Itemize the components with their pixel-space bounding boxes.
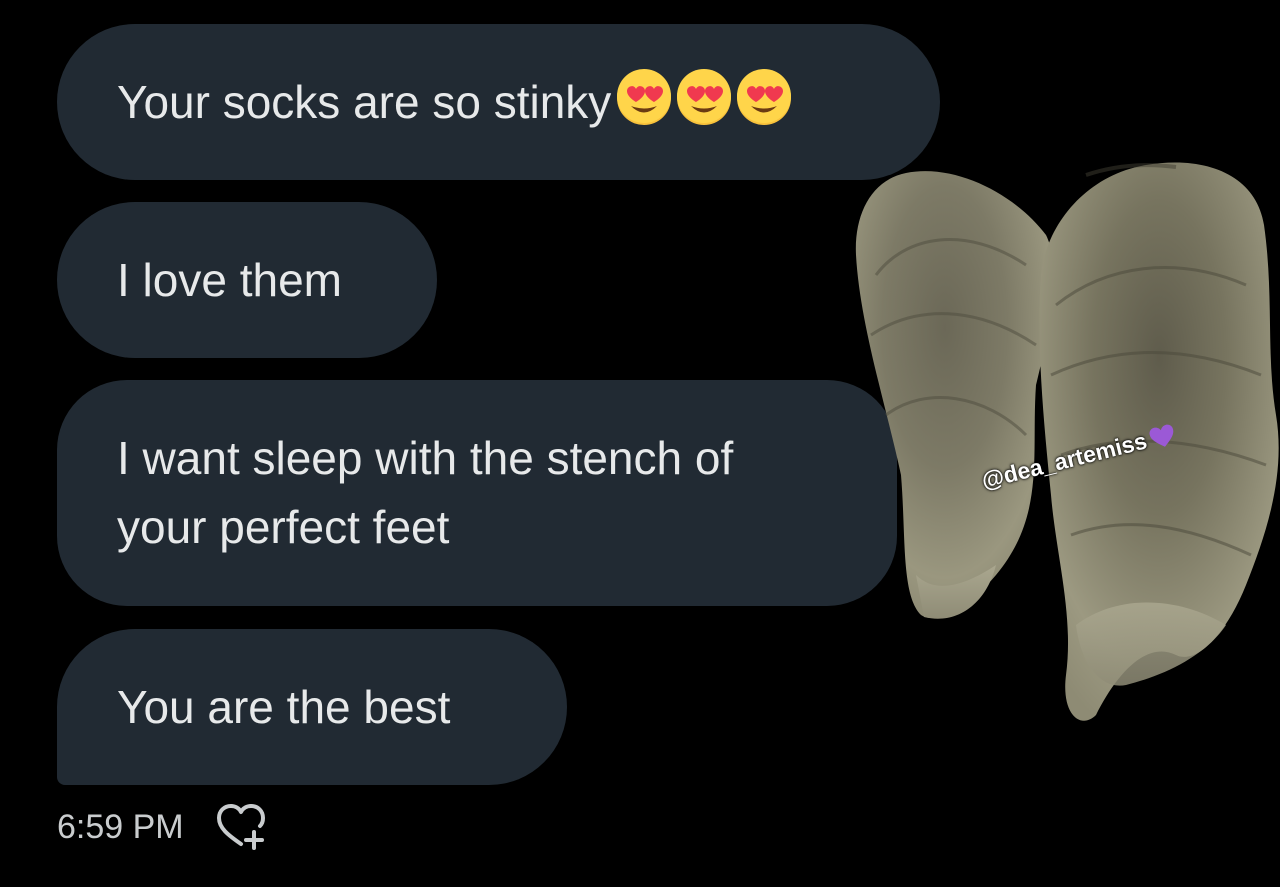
dirty-socks-photo	[855, 162, 1279, 721]
message-bubble[interactable]: I want sleep with the stench of your per…	[57, 380, 897, 606]
message-bubble[interactable]: Your socks are so stinky	[57, 24, 940, 180]
message-text: Your socks are so stinky	[117, 75, 612, 128]
emoji-group	[615, 69, 793, 127]
message-text: I want sleep with the stench of your per…	[117, 432, 734, 553]
dm-thread: Your socks are so stinky I love them I w…	[0, 0, 1280, 887]
heart-plus-icon[interactable]	[214, 802, 268, 852]
message-bubble[interactable]: You are the best	[57, 629, 567, 785]
heart-eyes-emoji	[617, 69, 672, 125]
message-bubble[interactable]: I love them	[57, 202, 437, 358]
message-text: You are the best	[117, 680, 451, 733]
message-timestamp: 6:59 PM	[57, 807, 184, 846]
heart-eyes-emoji	[677, 69, 732, 125]
purple-heart-icon	[1149, 424, 1174, 447]
message-text: I love them	[117, 253, 342, 306]
message-meta: 6:59 PM	[57, 802, 268, 852]
heart-eyes-emoji	[737, 69, 792, 125]
